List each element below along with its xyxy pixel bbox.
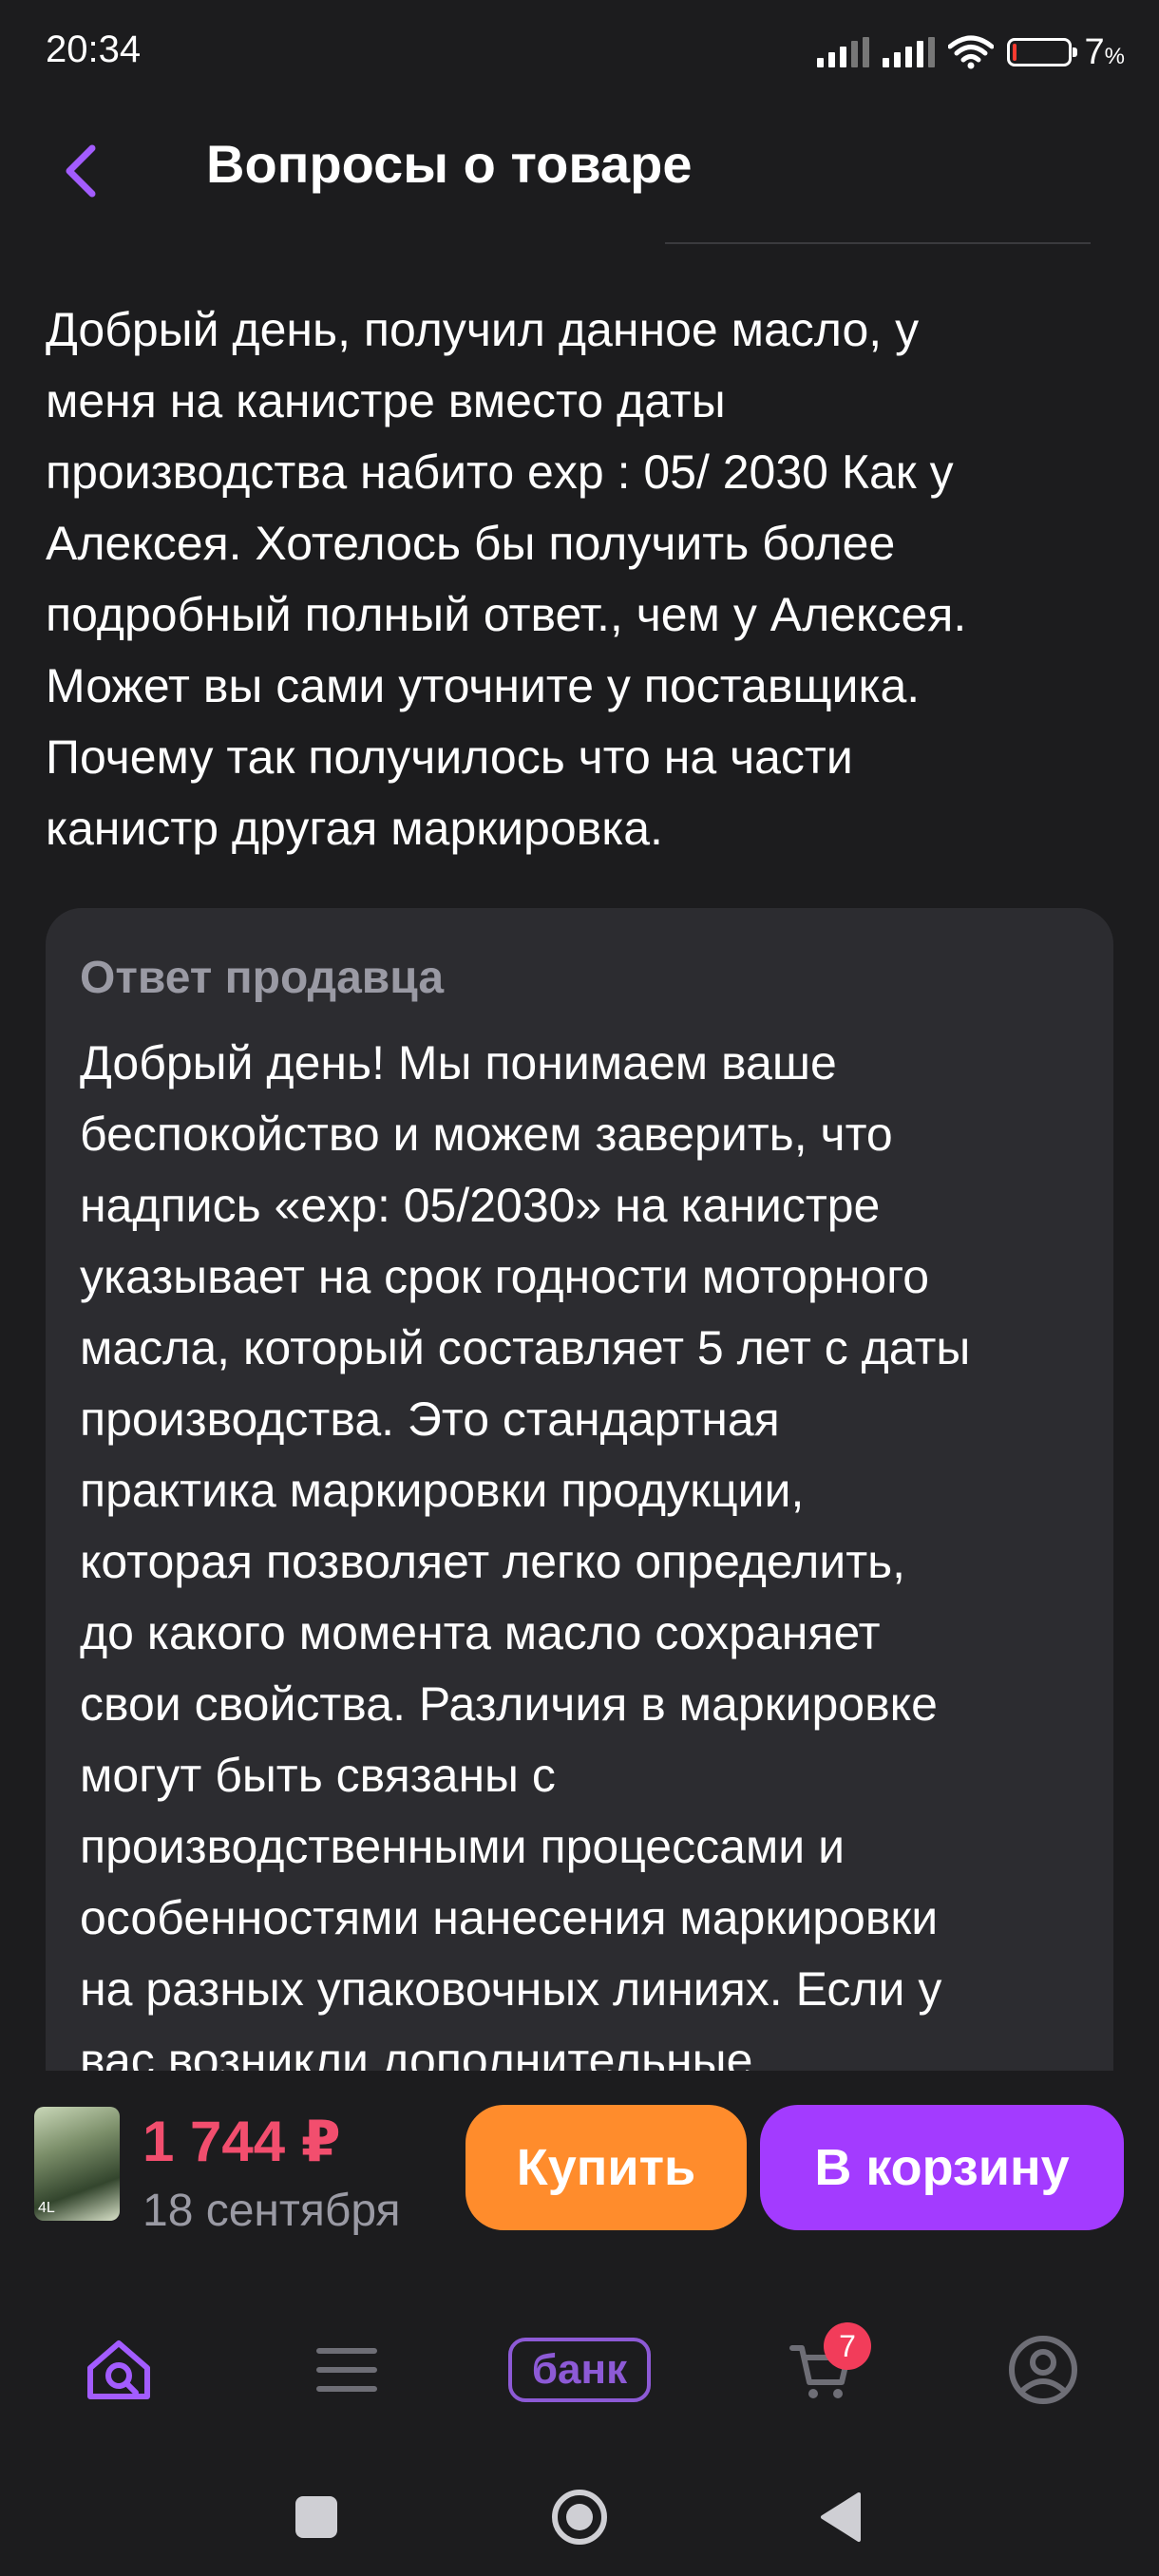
header: Вопросы о товаре [0,104,1159,247]
wifi-icon [947,35,994,69]
nav-profile[interactable] [996,2322,1091,2417]
recents-button[interactable] [278,2479,354,2555]
chevron-left-icon [66,144,96,198]
home-search-icon [87,2340,150,2399]
menu-icon [316,2348,377,2392]
answer-text: Добрый день! Мы понимаем ваше беспокойст… [80,1036,971,2087]
buy-button[interactable]: Купить [466,2105,747,2230]
battery-icon [1006,38,1077,66]
status-icons: 7% [816,28,1125,76]
cart-count-badge: 7 [824,2322,871,2370]
profile-icon [1009,2336,1077,2404]
nav-home[interactable] [71,2322,166,2417]
thumb-label: 4L [38,2200,55,2216]
circle-icon [552,2490,607,2545]
signal-icon [816,37,869,67]
back-nav-button[interactable] [803,2479,879,2555]
back-button[interactable] [48,128,114,214]
square-icon [295,2496,337,2538]
add-to-cart-button[interactable]: В корзину [760,2105,1124,2230]
divider [665,242,1091,244]
page-title: Вопросы о товаре [206,134,693,194]
purchase-bar: 4L 1 744 ₽ 18 сентября Купить В корзину [0,2071,1159,2270]
status-time: 20:34 [46,28,142,70]
answer-label: Ответ продавца [80,953,445,1003]
signal-icon-2 [882,37,935,67]
product-thumbnail[interactable]: 4L [34,2107,120,2221]
product-price: 1 744 ₽ [142,2110,341,2173]
home-button[interactable] [542,2479,618,2555]
status-bar: 20:34 7% [0,0,1159,104]
bank-icon: банк [508,2338,651,2402]
bottom-nav: банк 7 [0,2289,1159,2441]
triangle-back-icon [821,2492,861,2542]
seller-answer-card: Ответ продавца Добрый день! Мы понимаем … [46,908,1113,2143]
nav-cart[interactable]: 7 [765,2322,879,2417]
nav-bank[interactable]: банк [484,2322,674,2417]
battery-percent: 7% [1084,31,1125,72]
battery-level [1012,44,1016,61]
nav-catalog[interactable] [299,2322,394,2417]
delivery-date: 18 сентября [142,2186,401,2236]
question-text: Добрый день, получил данное масло, у мен… [46,303,967,855]
system-nav [0,2451,1159,2576]
